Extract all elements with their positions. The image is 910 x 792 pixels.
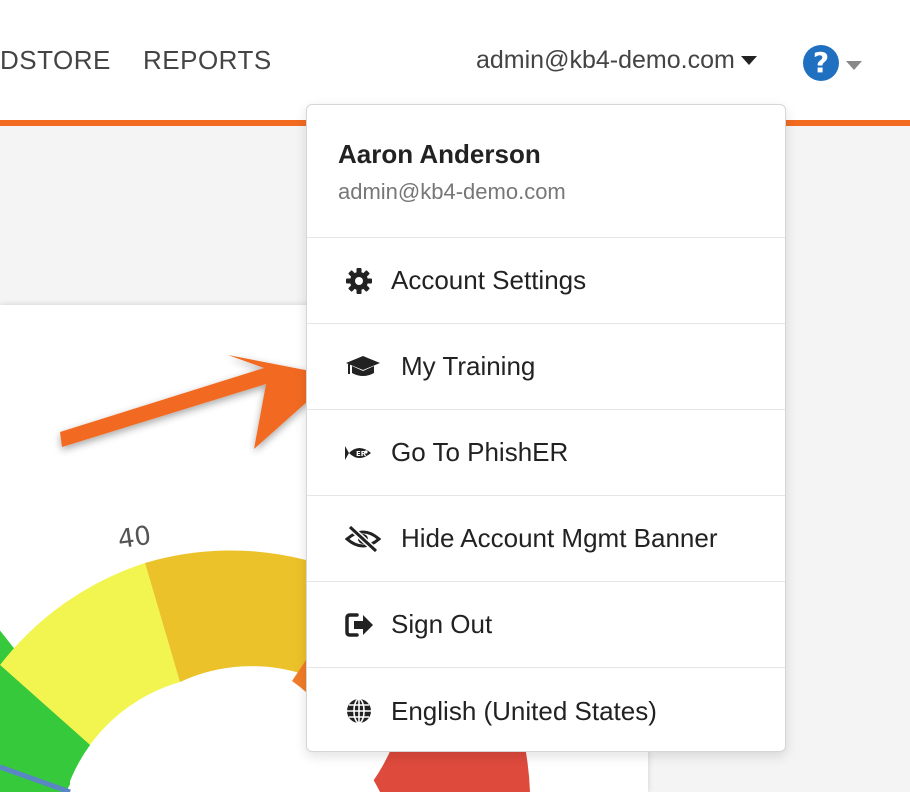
dropdown-user-email: admin@kb4-demo.com [338,179,566,204]
top-navigation-bar: DSTORE REPORTS admin@kb4-demo.com ? [0,0,910,120]
menu-item-language[interactable]: English (United States) [307,668,785,754]
menu-item-label: Account Settings [391,265,587,295]
nav-item-dstore[interactable]: DSTORE [0,44,111,76]
phisher-fish-icon: ER [345,439,379,467]
menu-item-label: Sign Out [391,609,493,639]
menu-item-label: My Training [401,351,536,381]
menu-item-hide-account-banner[interactable]: Hide Account Mgmt Banner [307,496,785,582]
help-caret-down-icon[interactable] [846,61,862,70]
account-dropdown-menu: Aaron Anderson admin@kb4-demo.com Accoun… [306,104,786,752]
gear-icon [345,267,379,295]
menu-item-go-to-phisher[interactable]: ER Go To PhishER [307,410,785,496]
gauge-tick-label: 40 [116,520,154,556]
user-menu-email: admin@kb4-demo.com [476,46,735,74]
eye-slash-icon [345,524,389,553]
dropdown-user-header: Aaron Anderson admin@kb4-demo.com [307,105,785,238]
menu-item-label: English (United States) [391,695,657,726]
user-menu-toggle[interactable]: admin@kb4-demo.com [476,44,757,76]
menu-item-label: Hide Account Mgmt Banner [401,523,718,553]
menu-item-sign-out[interactable]: Sign Out [307,582,785,668]
sign-out-icon [345,611,379,639]
svg-text:ER: ER [356,450,367,458]
help-icon[interactable]: ? [803,45,839,81]
nav-item-reports[interactable]: REPORTS [143,44,272,76]
caret-down-icon [740,55,757,65]
dropdown-user-name: Aaron Anderson [338,139,541,169]
menu-item-label: Go To PhishER [391,437,569,467]
menu-item-account-settings[interactable]: Account Settings [307,238,785,324]
graduation-cap-icon [345,353,389,381]
menu-item-my-training[interactable]: My Training [307,324,785,410]
globe-icon [345,697,379,725]
